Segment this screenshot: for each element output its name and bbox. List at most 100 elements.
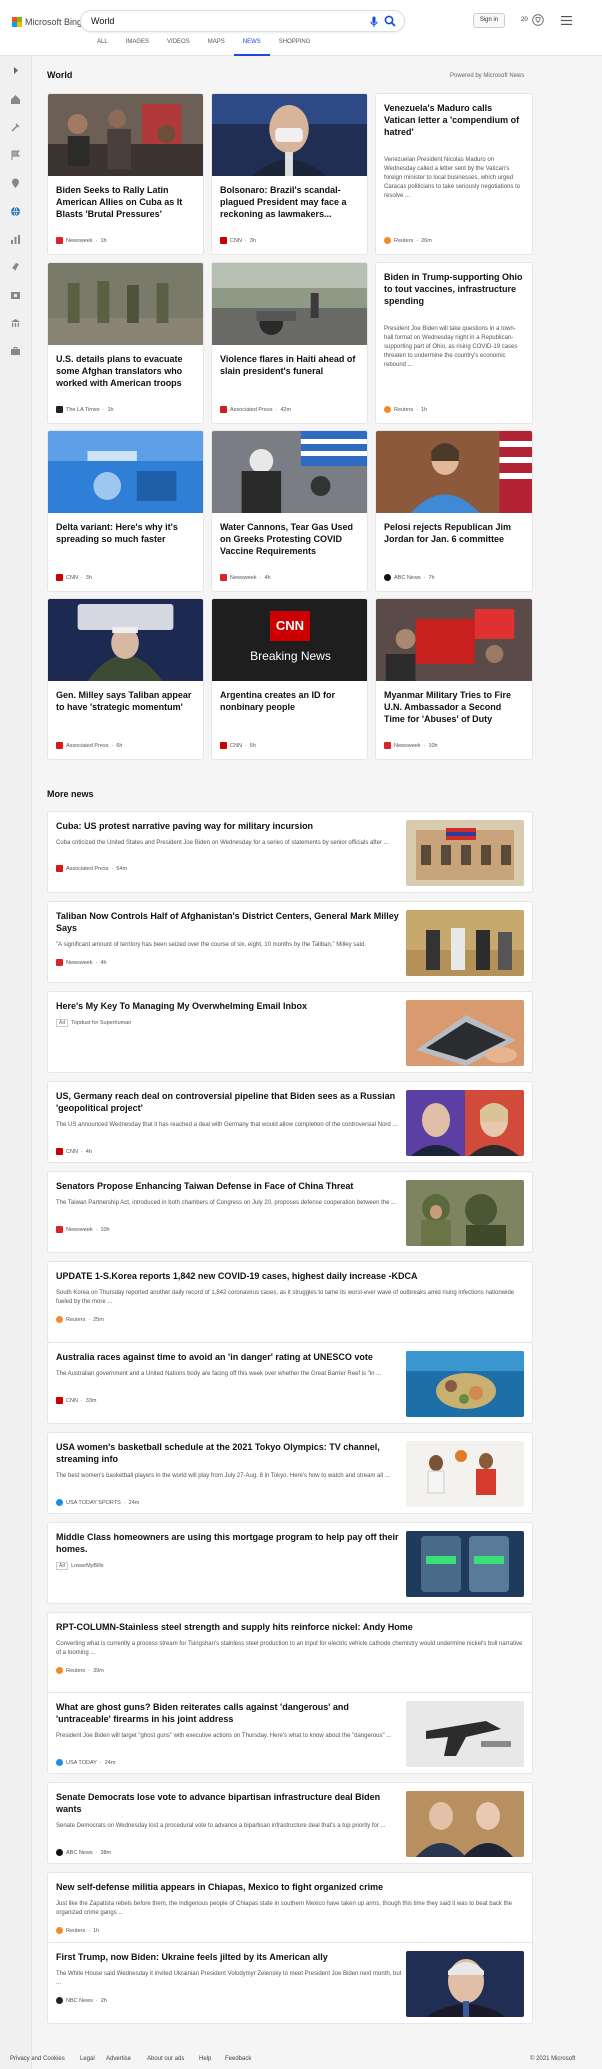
item-title[interactable]: Taliban Now Controls Half of Afghanistan… — [56, 910, 406, 934]
reuters-logo-icon — [56, 1927, 63, 1934]
news-card[interactable]: Biden in Trump-supporting Ohio to tout v… — [375, 262, 533, 424]
news-image — [48, 94, 203, 176]
news-list-item[interactable]: UPDATE 1-S.Korea reports 1,842 new COVID… — [47, 1261, 533, 1343]
sign-in-button[interactable]: Sign in — [473, 13, 505, 28]
item-source: Newsweek · 4h — [56, 959, 107, 966]
search-input[interactable]: World — [91, 16, 114, 26]
briefcase-icon[interactable] — [10, 346, 21, 357]
news-card[interactable]: U.S. details plans to evacuate some Afgh… — [47, 262, 204, 424]
news-list-item[interactable]: RPT-COLUMN-Stainless steel strength and … — [47, 1612, 533, 1694]
news-card[interactable]: Venezuela's Maduro calls Vatican letter … — [375, 93, 533, 255]
footer-link-feedback[interactable]: Feedback — [225, 2056, 251, 2062]
search-tabs: ALL IMAGES VIDEOS MAPS NEWS SHOPPING — [88, 39, 320, 56]
card-title[interactable]: Myanmar Military Tries to Fire U.N. Amba… — [384, 689, 524, 725]
card-title[interactable]: U.S. details plans to evacuate some Afgh… — [56, 353, 196, 389]
news-list-item[interactable]: Here's My Key To Managing My Overwhelmin… — [47, 991, 533, 1073]
expand-chevron-icon[interactable] — [10, 65, 21, 76]
card-title[interactable]: Biden Seeks to Rally Latin American Alli… — [56, 184, 196, 220]
news-list-item[interactable]: Cuba: US protest narrative paving way fo… — [47, 811, 533, 893]
footer-link-legal[interactable]: Legal — [80, 2056, 95, 2062]
globe-icon[interactable] — [10, 206, 21, 217]
card-source: CNN · 5h — [220, 742, 256, 749]
item-description: The White House said Wednesday it invite… — [56, 1971, 402, 1986]
item-title[interactable]: Senate Democrats lose vote to advance bi… — [56, 1791, 406, 1815]
newsweek-logo-icon — [56, 237, 63, 244]
item-title[interactable]: UPDATE 1-S.Korea reports 1,842 new COVID… — [56, 1270, 526, 1282]
item-source: Reuters · 39m — [56, 1667, 104, 1674]
news-list-item[interactable]: Middle Class homeowners are using this m… — [47, 1522, 533, 1604]
item-title[interactable]: RPT-COLUMN-Stainless steel strength and … — [56, 1621, 526, 1633]
film-icon[interactable] — [10, 290, 21, 301]
footer-link-advertise[interactable]: Advertise — [106, 2056, 131, 2062]
item-title[interactable]: First Trump, now Biden: Ukraine feels ji… — [56, 1951, 406, 1963]
card-title[interactable]: Pelosi rejects Republican Jim Jordan for… — [384, 521, 524, 545]
item-title[interactable]: New self-defense militia appears in Chia… — [56, 1881, 526, 1893]
location-icon[interactable] — [10, 178, 21, 189]
microsoft-logo-icon — [12, 17, 22, 27]
tab-maps[interactable]: MAPS — [199, 39, 234, 56]
news-list-item[interactable]: What are ghost guns? Biden reiterates ca… — [47, 1692, 533, 1774]
home-icon[interactable] — [10, 94, 21, 105]
bing-logo[interactable]: Microsoft Bing — [12, 15, 82, 29]
item-description: "A significant amount of territory has b… — [56, 942, 366, 948]
news-card[interactable]: CNN Breaking News Argentina creates an I… — [211, 598, 368, 760]
item-title[interactable]: Australia races against time to avoid an… — [56, 1351, 406, 1363]
news-card[interactable]: Bolsonaro: Brazil's scandal-plagued Pres… — [211, 93, 368, 255]
card-title[interactable]: Bolsonaro: Brazil's scandal-plagued Pres… — [220, 184, 360, 220]
news-card[interactable]: Gen. Milley says Taliban appear to have … — [47, 598, 204, 760]
bank-icon[interactable] — [10, 318, 21, 329]
item-source: Associated Press · 54m — [56, 865, 127, 872]
tab-news[interactable]: NEWS — [233, 39, 270, 56]
news-list-item[interactable]: USA women's basketball schedule at the 2… — [47, 1432, 533, 1514]
powered-by: Powered by Microsoft News — [450, 73, 525, 79]
card-title[interactable]: Gen. Milley says Taliban appear to have … — [56, 689, 196, 713]
tab-videos[interactable]: VIDEOS — [158, 39, 199, 56]
item-title[interactable]: US, Germany reach deal on controversial … — [56, 1090, 406, 1114]
tab-all[interactable]: ALL — [88, 39, 117, 56]
news-list-item[interactable]: Taliban Now Controls Half of Afghanistan… — [47, 901, 533, 983]
tab-shopping[interactable]: SHOPPING — [270, 39, 320, 56]
footer-link-about-ads[interactable]: About our ads — [147, 2056, 184, 2062]
chart-icon[interactable] — [10, 234, 21, 245]
newsweek-logo-icon — [220, 574, 227, 581]
news-list-item[interactable]: Senate Democrats lose vote to advance bi… — [47, 1782, 533, 1864]
card-title[interactable]: Violence flares in Haiti ahead of slain … — [220, 353, 360, 377]
item-title[interactable]: Cuba: US protest narrative paving way fo… — [56, 820, 406, 832]
footer-link-help[interactable]: Help — [199, 2056, 211, 2062]
search-icon[interactable] — [384, 15, 396, 27]
card-title[interactable]: Argentina creates an ID for nonbinary pe… — [220, 689, 360, 713]
card-title[interactable]: Delta variant: Here's why it's spreading… — [56, 521, 196, 545]
item-source: CNN · 4h — [56, 1148, 92, 1155]
microphone-icon[interactable] — [370, 16, 378, 28]
card-title[interactable]: Venezuela's Maduro calls Vatican letter … — [384, 102, 524, 138]
card-source: CNN · 3h — [220, 237, 256, 244]
news-card[interactable]: Pelosi rejects Republican Jim Jordan for… — [375, 430, 533, 592]
search-box[interactable]: World — [80, 10, 405, 32]
rocket-icon[interactable] — [10, 262, 21, 273]
news-card[interactable]: Violence flares in Haiti ahead of slain … — [211, 262, 368, 424]
news-list-item[interactable]: US, Germany reach deal on controversial … — [47, 1081, 533, 1163]
card-title[interactable]: Biden in Trump-supporting Ohio to tout v… — [384, 271, 524, 307]
news-list-item[interactable]: Australia races against time to avoid an… — [47, 1342, 533, 1424]
news-list-item[interactable]: First Trump, now Biden: Ukraine feels ji… — [47, 1942, 533, 2024]
news-card[interactable]: Myanmar Military Tries to Fire U.N. Amba… — [375, 598, 533, 760]
item-title[interactable]: Middle Class homeowners are using this m… — [56, 1531, 406, 1555]
card-title[interactable]: Water Cannons, Tear Gas Used on Greeks P… — [220, 521, 360, 557]
item-title[interactable]: Senators Propose Enhancing Taiwan Defens… — [56, 1180, 406, 1192]
news-list-item[interactable]: Senators Propose Enhancing Taiwan Defens… — [47, 1171, 533, 1253]
hamburger-menu-icon[interactable] — [561, 16, 572, 25]
tools-icon[interactable] — [10, 122, 21, 133]
rewards-count[interactable]: 20 — [521, 17, 528, 23]
item-title[interactable]: What are ghost guns? Biden reiterates ca… — [56, 1701, 406, 1725]
news-image — [48, 263, 203, 345]
tab-images[interactable]: IMAGES — [117, 39, 158, 56]
cnn-logo-icon — [56, 574, 63, 581]
flag-icon[interactable] — [10, 150, 21, 161]
item-title[interactable]: USA women's basketball schedule at the 2… — [56, 1441, 406, 1465]
item-title[interactable]: Here's My Key To Managing My Overwhelmin… — [56, 1000, 406, 1012]
news-card[interactable]: Water Cannons, Tear Gas Used on Greeks P… — [211, 430, 368, 592]
footer-link-privacy[interactable]: Privacy and Cookies — [10, 2056, 65, 2062]
news-card[interactable]: Biden Seeks to Rally Latin American Alli… — [47, 93, 204, 255]
rewards-trophy-icon[interactable] — [532, 14, 544, 26]
news-card[interactable]: Delta variant: Here's why it's spreading… — [47, 430, 204, 592]
